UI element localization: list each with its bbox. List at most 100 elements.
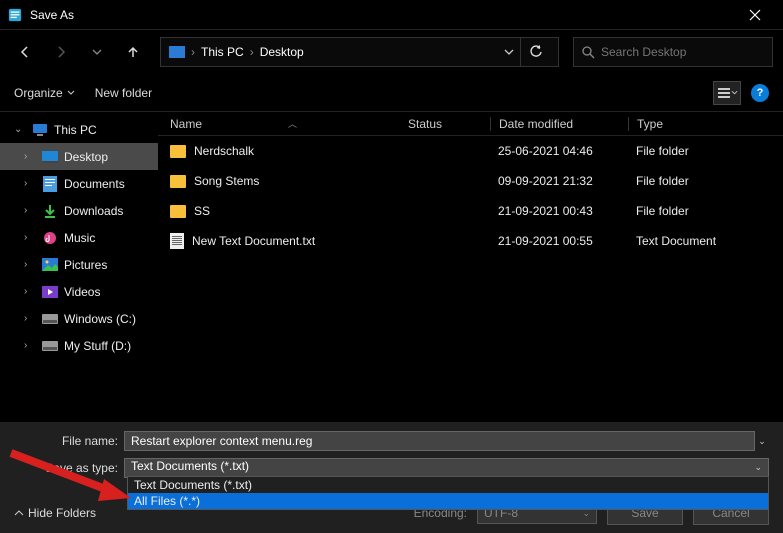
collapse-icon[interactable]: ⌄	[14, 124, 26, 135]
saveastype-dropdown: Text Documents (*.txt) All Files (*.*)	[127, 476, 769, 510]
hide-folders-button[interactable]: Hide Folders	[14, 506, 96, 520]
file-name: Nerdschalk	[194, 144, 254, 158]
saveastype-select[interactable]: Text Documents (*.txt)⌄	[124, 458, 769, 478]
documents-icon	[42, 176, 58, 192]
tree-label: This PC	[54, 123, 97, 137]
videos-icon	[42, 284, 58, 300]
search-icon	[582, 46, 595, 59]
forward-button[interactable]	[46, 37, 76, 67]
expand-icon[interactable]: ›	[24, 151, 36, 162]
col-type[interactable]: Type	[628, 117, 783, 131]
expand-icon[interactable]: ›	[24, 232, 36, 243]
pc-icon	[32, 122, 48, 138]
file-date: 21-09-2021 00:55	[490, 234, 628, 248]
chevron-down-icon: ⌄	[754, 462, 762, 473]
text-file-icon	[170, 233, 184, 249]
tree-videos[interactable]: › Videos	[0, 278, 158, 305]
crumb-this-pc[interactable]: This PC	[201, 45, 244, 59]
back-icon	[18, 45, 32, 59]
expand-icon[interactable]: ›	[24, 313, 36, 324]
window-title: Save As	[30, 8, 735, 22]
back-button[interactable]	[10, 37, 40, 67]
file-name: SS	[194, 204, 210, 218]
type-option-all[interactable]: All Files (*.*)	[128, 493, 768, 509]
downloads-icon	[42, 203, 58, 219]
tree-label: Desktop	[64, 150, 108, 164]
file-row[interactable]: SS 21-09-2021 00:43File folder	[158, 196, 783, 226]
address-bar[interactable]: › This PC › Desktop	[160, 37, 559, 67]
expand-icon[interactable]: ›	[24, 259, 36, 270]
app-icon	[8, 8, 22, 22]
drive-icon	[42, 338, 58, 354]
col-name[interactable]: Name︿	[158, 117, 408, 131]
filename-input[interactable]	[124, 431, 755, 451]
tree-this-pc[interactable]: ⌄ This PC	[0, 116, 158, 143]
close-icon	[749, 9, 761, 21]
saveastype-label: Save as type:	[14, 461, 124, 475]
chevron-up-icon	[14, 510, 24, 516]
expand-icon[interactable]: ›	[24, 340, 36, 351]
tree-downloads[interactable]: › Downloads	[0, 197, 158, 224]
tree-label: Videos	[64, 285, 100, 299]
pc-icon	[169, 46, 185, 58]
tree-pictures[interactable]: › Pictures	[0, 251, 158, 278]
refresh-icon	[529, 45, 543, 59]
tree-label: Documents	[64, 177, 125, 191]
chevron-down-icon	[67, 90, 75, 95]
col-status[interactable]: Status	[408, 117, 490, 131]
folder-icon	[170, 145, 186, 158]
tree-label: My Stuff (D:)	[64, 339, 131, 353]
up-button[interactable]	[118, 37, 148, 67]
crumb-desktop[interactable]: Desktop	[260, 45, 304, 59]
file-row[interactable]: Nerdschalk25-06-2021 04:46File folder	[158, 136, 783, 166]
file-type: File folder	[628, 174, 783, 188]
expand-icon[interactable]: ›	[24, 286, 36, 297]
file-name: New Text Document.txt	[192, 234, 315, 248]
col-date[interactable]: Date modified	[490, 117, 628, 131]
chevron-down-icon[interactable]: ⌄	[755, 436, 769, 447]
folder-icon	[170, 205, 186, 218]
help-button[interactable]: ?	[751, 84, 769, 102]
refresh-button[interactable]	[520, 37, 550, 67]
type-option-txt[interactable]: Text Documents (*.txt)	[128, 477, 768, 493]
chevron-down-icon[interactable]	[504, 49, 514, 55]
file-type: File folder	[628, 204, 783, 218]
file-date: 09-09-2021 21:32	[490, 174, 628, 188]
tree-label: Downloads	[64, 204, 123, 218]
file-type: File folder	[628, 144, 783, 158]
file-row[interactable]: Song Stems 09-09-2021 21:32File folder	[158, 166, 783, 196]
file-row[interactable]: New Text Document.txt 21-09-2021 00:55Tex…	[158, 226, 783, 256]
recent-button[interactable]	[82, 37, 112, 67]
tree-music[interactable]: ›Music	[0, 224, 158, 251]
expand-icon[interactable]: ›	[24, 205, 36, 216]
sidebar: ⌄ This PC › Desktop › Documents › Downloads…	[0, 112, 158, 422]
close-button[interactable]	[735, 0, 775, 30]
list-view-icon	[717, 87, 731, 99]
filename-label: File name:	[14, 434, 124, 448]
navbar: › This PC › Desktop	[0, 30, 783, 74]
crumb-sep: ›	[191, 45, 195, 59]
main-area: ⌄ This PC › Desktop › Documents › Downloads…	[0, 112, 783, 422]
file-type: Text Document	[628, 234, 783, 248]
file-name: Song Stems	[194, 174, 259, 188]
search-box[interactable]	[573, 37, 773, 67]
tree-label: Pictures	[64, 258, 107, 272]
view-button[interactable]	[713, 81, 741, 105]
tree-label: Windows (C:)	[64, 312, 136, 326]
folder-icon	[170, 175, 186, 188]
expand-icon[interactable]: ›	[24, 178, 36, 189]
tree-documents[interactable]: › Documents	[0, 170, 158, 197]
search-input[interactable]	[601, 45, 764, 59]
pictures-icon	[42, 257, 58, 273]
column-headers: Name︿ Status Date modified Type	[158, 112, 783, 136]
file-date: 21-09-2021 00:43	[490, 204, 628, 218]
titlebar: Save As	[0, 0, 783, 30]
chevron-down-icon	[731, 90, 738, 95]
up-icon	[126, 45, 140, 59]
tree-mystuff-d[interactable]: › My Stuff (D:)	[0, 332, 158, 359]
tree-windows-c[interactable]: › Windows (C:)	[0, 305, 158, 332]
music-icon	[42, 230, 58, 246]
organize-button[interactable]: Organize	[14, 86, 75, 100]
new-folder-button[interactable]: New folder	[95, 86, 152, 100]
tree-desktop[interactable]: › Desktop	[0, 143, 158, 170]
